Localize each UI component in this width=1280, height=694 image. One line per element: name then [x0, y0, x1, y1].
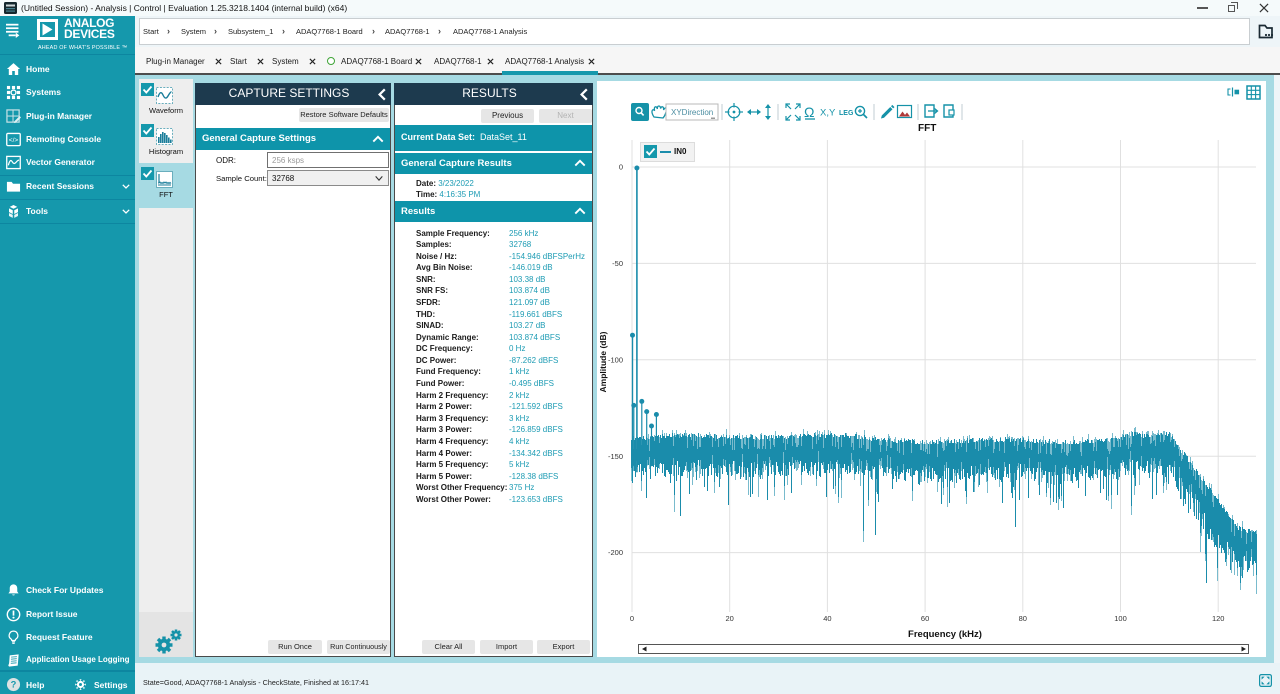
svg-text:120: 120 [1212, 614, 1225, 623]
svg-text:-200: -200 [608, 548, 623, 557]
svg-text:20: 20 [726, 614, 734, 623]
svg-text:-150: -150 [608, 452, 623, 461]
svg-text:XYDirection: XYDirection [671, 108, 713, 117]
svg-text:80: 80 [1019, 614, 1027, 623]
svg-text:40: 40 [823, 614, 831, 623]
svg-text:60: 60 [921, 614, 929, 623]
svg-text:Frequency (kHz): Frequency (kHz) [908, 629, 982, 640]
svg-text:0: 0 [630, 614, 634, 623]
svg-text:?: ? [11, 680, 17, 690]
svg-text:Ω: Ω [804, 104, 814, 120]
svg-text:-50: -50 [612, 259, 623, 268]
svg-text:-100: -100 [608, 355, 623, 364]
svg-text:X,Y: X,Y [820, 108, 836, 119]
svg-text:0: 0 [619, 163, 623, 172]
svg-text:100: 100 [1114, 614, 1127, 623]
svg-text:</>: </> [9, 136, 19, 143]
svg-text:Amplitude (dB): Amplitude (dB) [598, 331, 608, 392]
svg-text:LEG: LEG [839, 110, 854, 117]
